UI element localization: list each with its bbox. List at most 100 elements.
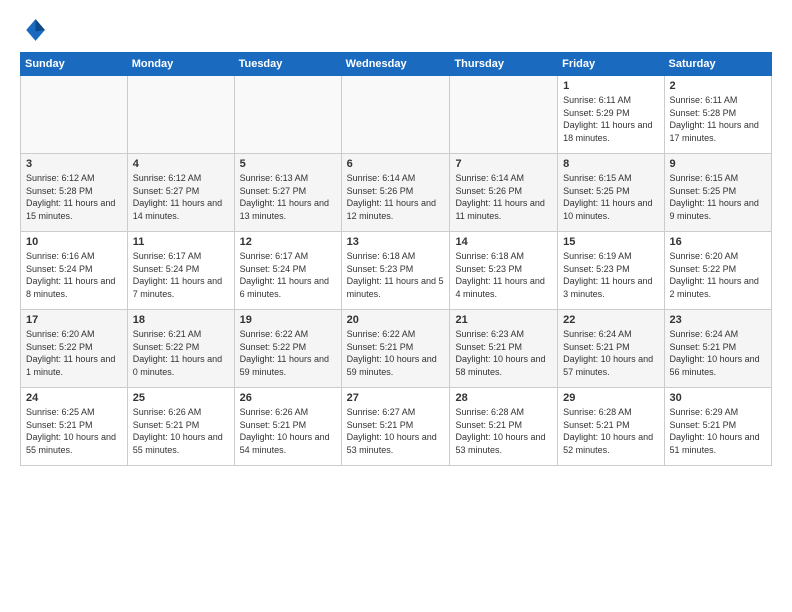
calendar-day-cell: 15 Sunrise: 6:19 AM Sunset: 5:23 PM Dayli… <box>558 232 664 310</box>
day-info: Sunrise: 6:24 AM Sunset: 5:21 PM Dayligh… <box>563 328 658 378</box>
day-number: 25 <box>133 392 229 404</box>
calendar-day-cell: 12 Sunrise: 6:17 AM Sunset: 5:24 PM Dayli… <box>234 232 341 310</box>
day-number: 27 <box>347 392 445 404</box>
day-info: Sunrise: 6:18 AM Sunset: 5:23 PM Dayligh… <box>455 250 552 300</box>
day-number: 21 <box>455 314 552 326</box>
calendar-day-cell: 27 Sunrise: 6:27 AM Sunset: 5:21 PM Dayli… <box>341 388 450 466</box>
day-info: Sunrise: 6:27 AM Sunset: 5:21 PM Dayligh… <box>347 406 445 456</box>
day-number: 18 <box>133 314 229 326</box>
calendar-header-row: SundayMondayTuesdayWednesdayThursdayFrid… <box>21 53 772 76</box>
day-number: 17 <box>26 314 122 326</box>
logo-icon <box>20 16 48 44</box>
day-info: Sunrise: 6:16 AM Sunset: 5:24 PM Dayligh… <box>26 250 122 300</box>
calendar-week-row: 17 Sunrise: 6:20 AM Sunset: 5:22 PM Dayli… <box>21 310 772 388</box>
calendar-day-cell: 28 Sunrise: 6:28 AM Sunset: 5:21 PM Dayli… <box>450 388 558 466</box>
day-number: 16 <box>670 236 766 248</box>
calendar-day-cell: 9Sunrise: 6:15 AM Sunset: 5:25 PM Daylig… <box>664 154 771 232</box>
day-info: Sunrise: 6:20 AM Sunset: 5:22 PM Dayligh… <box>670 250 766 300</box>
calendar-day-cell: 6 Sunrise: 6:14 AM Sunset: 5:26 PM Daylig… <box>341 154 450 232</box>
day-number: 20 <box>347 314 445 326</box>
calendar-day-cell: 13 Sunrise: 6:18 AM Sunset: 5:23 PM Dayli… <box>341 232 450 310</box>
weekday-header: Monday <box>127 53 234 76</box>
calendar-day-cell: 14 Sunrise: 6:18 AM Sunset: 5:23 PM Dayli… <box>450 232 558 310</box>
day-info: Sunrise: 6:15 AM Sunset: 5:25 PM Dayligh… <box>563 172 658 222</box>
calendar-day-cell: 8 Sunrise: 6:15 AM Sunset: 5:25 PM Daylig… <box>558 154 664 232</box>
calendar-day-cell: 20Sunrise: 6:22 AM Sunset: 5:21 PM Dayli… <box>341 310 450 388</box>
calendar-week-row: 24Sunrise: 6:25 AM Sunset: 5:21 PM Dayli… <box>21 388 772 466</box>
day-number: 6 <box>347 158 445 170</box>
calendar-week-row: 10 Sunrise: 6:16 AM Sunset: 5:24 PM Dayli… <box>21 232 772 310</box>
day-number: 23 <box>670 314 766 326</box>
day-number: 14 <box>455 236 552 248</box>
calendar-day-cell: 16 Sunrise: 6:20 AM Sunset: 5:22 PM Dayli… <box>664 232 771 310</box>
calendar-day-cell: 25 Sunrise: 6:26 AM Sunset: 5:21 PM Dayli… <box>127 388 234 466</box>
day-info: Sunrise: 6:13 AM Sunset: 5:27 PM Dayligh… <box>240 172 336 222</box>
page: SundayMondayTuesdayWednesdayThursdayFrid… <box>0 0 792 612</box>
calendar-day-cell: 5 Sunrise: 6:13 AM Sunset: 5:27 PM Daylig… <box>234 154 341 232</box>
calendar-day-cell: 21 Sunrise: 6:23 AM Sunset: 5:21 PM Dayli… <box>450 310 558 388</box>
calendar-day-cell: 10 Sunrise: 6:16 AM Sunset: 5:24 PM Dayli… <box>21 232 128 310</box>
calendar-day-cell <box>450 76 558 154</box>
day-info: Sunrise: 6:23 AM Sunset: 5:21 PM Dayligh… <box>455 328 552 378</box>
calendar-week-row: 3 Sunrise: 6:12 AM Sunset: 5:28 PM Daylig… <box>21 154 772 232</box>
calendar-day-cell: 30Sunrise: 6:29 AM Sunset: 5:21 PM Dayli… <box>664 388 771 466</box>
calendar-day-cell: 2 Sunrise: 6:11 AM Sunset: 5:28 PM Daylig… <box>664 76 771 154</box>
calendar-day-cell: 23 Sunrise: 6:24 AM Sunset: 5:21 PM Dayli… <box>664 310 771 388</box>
day-info: Sunrise: 6:29 AM Sunset: 5:21 PM Dayligh… <box>670 406 766 456</box>
calendar-day-cell: 18Sunrise: 6:21 AM Sunset: 5:22 PM Dayli… <box>127 310 234 388</box>
weekday-header: Saturday <box>664 53 771 76</box>
weekday-header: Thursday <box>450 53 558 76</box>
day-number: 28 <box>455 392 552 404</box>
day-number: 26 <box>240 392 336 404</box>
calendar-day-cell: 4 Sunrise: 6:12 AM Sunset: 5:27 PM Daylig… <box>127 154 234 232</box>
day-number: 1 <box>563 80 658 92</box>
day-info: Sunrise: 6:26 AM Sunset: 5:21 PM Dayligh… <box>133 406 229 456</box>
calendar-table: SundayMondayTuesdayWednesdayThursdayFrid… <box>20 52 772 466</box>
calendar-day-cell: 26Sunrise: 6:26 AM Sunset: 5:21 PM Dayli… <box>234 388 341 466</box>
day-number: 4 <box>133 158 229 170</box>
calendar-day-cell: 19 Sunrise: 6:22 AM Sunset: 5:22 PM Dayli… <box>234 310 341 388</box>
calendar-day-cell <box>21 76 128 154</box>
day-info: Sunrise: 6:14 AM Sunset: 5:26 PM Dayligh… <box>455 172 552 222</box>
calendar-day-cell: 17 Sunrise: 6:20 AM Sunset: 5:22 PM Dayli… <box>21 310 128 388</box>
day-info: Sunrise: 6:11 AM Sunset: 5:29 PM Dayligh… <box>563 94 658 144</box>
day-number: 11 <box>133 236 229 248</box>
header <box>20 16 772 44</box>
day-info: Sunrise: 6:17 AM Sunset: 5:24 PM Dayligh… <box>240 250 336 300</box>
day-info: Sunrise: 6:12 AM Sunset: 5:28 PM Dayligh… <box>26 172 122 222</box>
calendar-day-cell: 22 Sunrise: 6:24 AM Sunset: 5:21 PM Dayli… <box>558 310 664 388</box>
calendar-day-cell: 3 Sunrise: 6:12 AM Sunset: 5:28 PM Daylig… <box>21 154 128 232</box>
day-info: Sunrise: 6:17 AM Sunset: 5:24 PM Dayligh… <box>133 250 229 300</box>
day-number: 5 <box>240 158 336 170</box>
day-number: 22 <box>563 314 658 326</box>
day-number: 12 <box>240 236 336 248</box>
calendar-day-cell: 24Sunrise: 6:25 AM Sunset: 5:21 PM Dayli… <box>21 388 128 466</box>
day-info: Sunrise: 6:12 AM Sunset: 5:27 PM Dayligh… <box>133 172 229 222</box>
day-number: 29 <box>563 392 658 404</box>
day-number: 8 <box>563 158 658 170</box>
calendar-day-cell <box>341 76 450 154</box>
day-info: Sunrise: 6:28 AM Sunset: 5:21 PM Dayligh… <box>455 406 552 456</box>
day-info: Sunrise: 6:22 AM Sunset: 5:22 PM Dayligh… <box>240 328 336 378</box>
day-number: 15 <box>563 236 658 248</box>
day-number: 2 <box>670 80 766 92</box>
weekday-header: Tuesday <box>234 53 341 76</box>
calendar-day-cell <box>234 76 341 154</box>
day-number: 13 <box>347 236 445 248</box>
day-info: Sunrise: 6:20 AM Sunset: 5:22 PM Dayligh… <box>26 328 122 378</box>
day-info: Sunrise: 6:14 AM Sunset: 5:26 PM Dayligh… <box>347 172 445 222</box>
calendar-day-cell: 1 Sunrise: 6:11 AM Sunset: 5:29 PM Daylig… <box>558 76 664 154</box>
day-number: 19 <box>240 314 336 326</box>
day-number: 3 <box>26 158 122 170</box>
day-number: 24 <box>26 392 122 404</box>
weekday-header: Friday <box>558 53 664 76</box>
logo <box>20 16 52 44</box>
weekday-header: Wednesday <box>341 53 450 76</box>
day-info: Sunrise: 6:11 AM Sunset: 5:28 PM Dayligh… <box>670 94 766 144</box>
calendar-day-cell <box>127 76 234 154</box>
day-info: Sunrise: 6:18 AM Sunset: 5:23 PM Dayligh… <box>347 250 445 300</box>
day-number: 10 <box>26 236 122 248</box>
day-info: Sunrise: 6:19 AM Sunset: 5:23 PM Dayligh… <box>563 250 658 300</box>
day-info: Sunrise: 6:24 AM Sunset: 5:21 PM Dayligh… <box>670 328 766 378</box>
day-info: Sunrise: 6:15 AM Sunset: 5:25 PM Dayligh… <box>670 172 766 222</box>
